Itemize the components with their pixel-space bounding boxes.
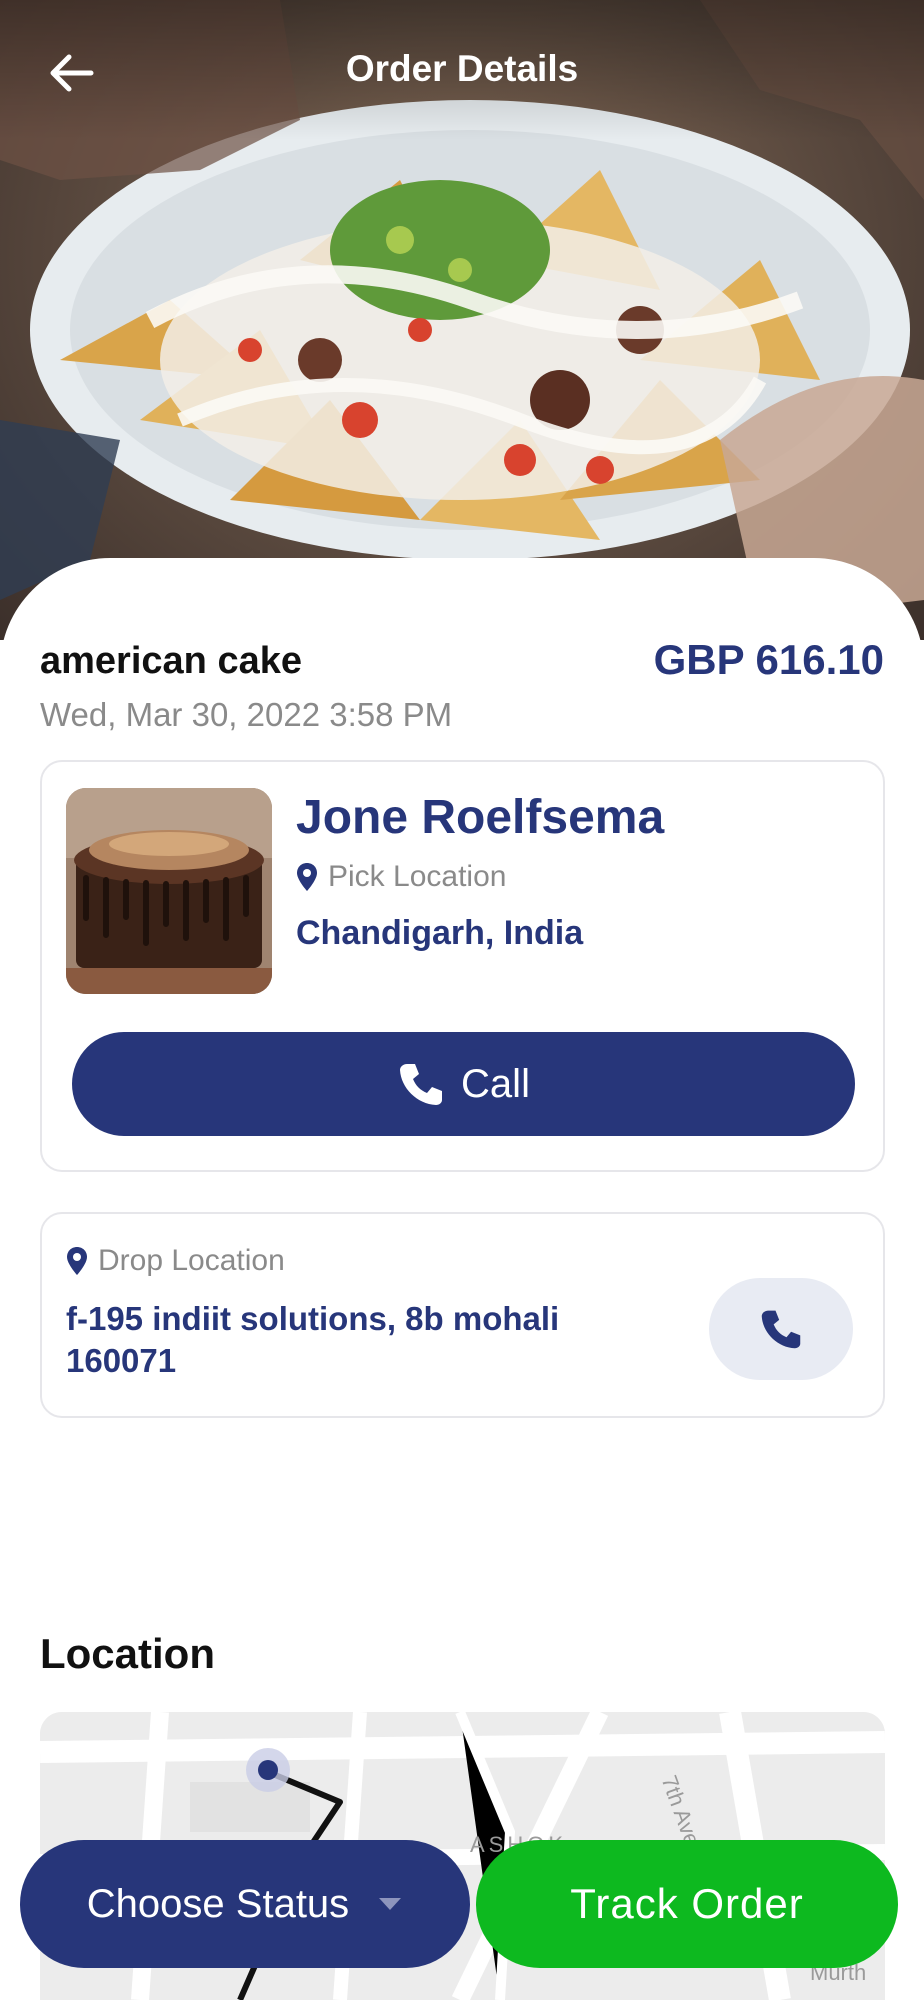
drop-call-button[interactable]	[709, 1278, 853, 1380]
cake-thumbnail	[66, 788, 272, 994]
location-section-title: Location	[40, 1630, 215, 1677]
choose-status-label: Choose Status	[86, 1881, 350, 1926]
pickup-card: Jone Roelfsema Pick Location Chandigarh,…	[40, 760, 885, 1172]
drop-address: f-195 indiit solutions, 8b mohali 160071	[66, 1300, 560, 1379]
phone-icon	[761, 1310, 801, 1349]
hero-image	[0, 0, 924, 640]
pick-location-label: Pick Location	[328, 860, 507, 893]
choose-status-dropdown[interactable]: Choose Status	[20, 1840, 470, 1968]
chocolate-cake-photo	[66, 788, 272, 994]
caret-down-icon	[379, 1898, 402, 1910]
order-name: american cake	[40, 640, 302, 682]
phone-icon	[400, 1064, 443, 1105]
pick-location-row: Pick Location	[296, 860, 506, 894]
call-button[interactable]: Call	[72, 1032, 855, 1136]
pick-location-city: Chandigarh, India	[296, 914, 584, 952]
drop-location-row: Drop Location	[66, 1244, 285, 1278]
page-title: Order Details	[345, 48, 579, 89]
order-price: GBP 616.10	[653, 636, 884, 683]
customer-name: Jone Roelfsema	[296, 791, 665, 844]
map-pin-icon	[67, 1247, 87, 1275]
drop-location-label: Drop Location	[98, 1244, 285, 1277]
map-pin-icon	[297, 863, 317, 891]
track-order-label: Track Order	[570, 1880, 804, 1927]
track-order-button[interactable]: Track Order	[476, 1840, 898, 1968]
drop-card: Drop Location f-195 indiit solutions, 8b…	[40, 1212, 885, 1418]
call-button-label: Call	[461, 1061, 530, 1106]
order-date: Wed, Mar 30, 2022 3:58 PM	[40, 696, 453, 733]
